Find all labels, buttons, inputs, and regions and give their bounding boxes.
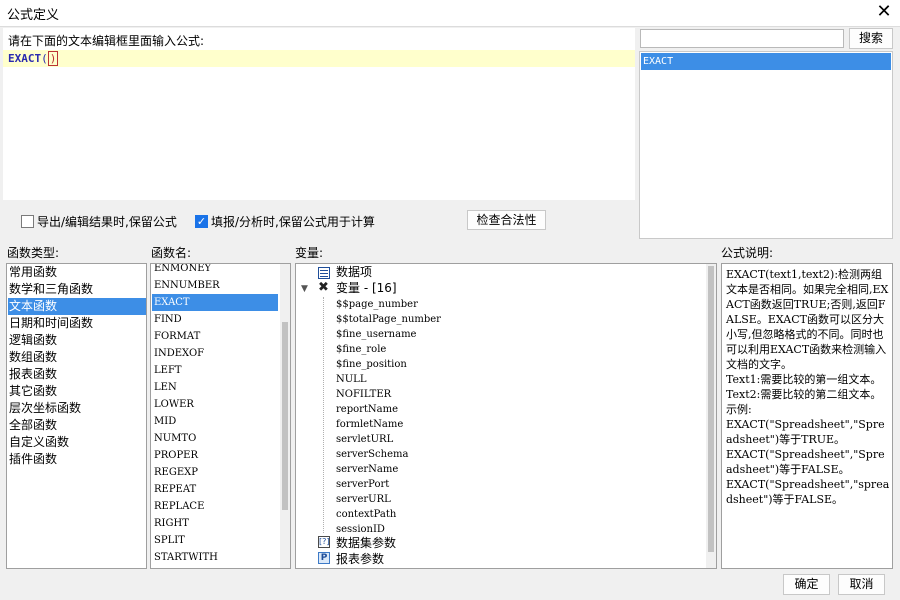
- formula-description-panel: EXACT(text1,text2):检测两组文本是否相同。如果完全相同,EXA…: [721, 263, 893, 569]
- search-button[interactable]: 搜索: [849, 28, 893, 49]
- variables-tree[interactable]: 数据项 ▼ ✖ 变量 - [16] $$page_number $$totalPa…: [295, 263, 717, 569]
- function-name-item[interactable]: ENNUMBER: [152, 277, 278, 294]
- variable-item[interactable]: NULL: [336, 372, 366, 387]
- report-params-icon: P: [318, 552, 330, 564]
- function-types-list[interactable]: 常用函数 数学和三角函数 文本函数 日期和时间函数 逻辑函数 数组函数 报表函数 其它函数 层次…: [6, 263, 147, 569]
- function-types-header: 函数类型:: [7, 246, 60, 260]
- function-type-item[interactable]: 全部函数: [8, 417, 146, 434]
- function-name-item[interactable]: REGEXP: [152, 464, 278, 481]
- check-validity-button[interactable]: 检查合法性: [467, 210, 546, 230]
- function-name-item[interactable]: ENMONEY: [152, 264, 278, 277]
- formula-open-paren: (: [41, 52, 48, 65]
- window-title: 公式定义: [7, 8, 60, 23]
- variable-item[interactable]: serverSchema: [336, 447, 408, 462]
- function-name-item[interactable]: LEFT: [152, 362, 278, 379]
- function-name-item[interactable]: FIND: [152, 311, 278, 328]
- function-type-item[interactable]: 逻辑函数: [8, 332, 146, 349]
- close-icon[interactable]: ✕: [874, 2, 894, 22]
- variable-item[interactable]: NOFILTER: [336, 387, 391, 402]
- variable-item[interactable]: $$totalPage_number: [336, 312, 441, 327]
- function-names-scroll-thumb[interactable]: [282, 322, 288, 510]
- fill-keep-formula-checkbox[interactable]: ✓: [195, 215, 208, 228]
- search-result-item[interactable]: EXACT: [641, 53, 891, 70]
- export-keep-formula-checkbox[interactable]: [21, 215, 34, 228]
- function-type-item[interactable]: 数组函数: [8, 349, 146, 366]
- function-names-scrollbar[interactable]: [280, 264, 290, 568]
- function-name-item[interactable]: SPLIT: [152, 532, 278, 549]
- variable-item[interactable]: $fine_position: [336, 357, 407, 372]
- formula-function-name: EXACT: [8, 52, 42, 65]
- variable-item[interactable]: serverURL: [336, 492, 391, 507]
- search-input[interactable]: [640, 29, 844, 48]
- fill-keep-formula-label: 填报/分析时,保留公式用于计算: [211, 215, 375, 229]
- title-separator: [0, 26, 900, 27]
- function-type-item[interactable]: 插件函数: [8, 451, 146, 468]
- function-type-item[interactable]: 文本函数: [8, 298, 146, 315]
- data-items-icon: [318, 267, 330, 279]
- variables-report-params[interactable]: 报表参数: [336, 552, 384, 567]
- formula-close-paren: ): [47, 51, 59, 66]
- function-type-item[interactable]: 其它函数: [8, 383, 146, 400]
- variable-item[interactable]: $fine_username: [336, 327, 416, 342]
- function-name-item[interactable]: MID: [152, 413, 278, 430]
- dataset-params-icon: [?]: [318, 536, 330, 548]
- variables-group-label[interactable]: 变量 - [16]: [336, 281, 397, 296]
- function-name-item[interactable]: REPEAT: [152, 481, 278, 498]
- variable-item[interactable]: $$page_number: [336, 297, 418, 312]
- variables-scroll-thumb[interactable]: [708, 266, 714, 552]
- function-type-item[interactable]: 日期和时间函数: [8, 315, 146, 332]
- function-name-item[interactable]: LOWER: [152, 396, 278, 413]
- function-type-item[interactable]: 报表函数: [8, 366, 146, 383]
- current-line-highlight: [3, 50, 635, 67]
- variable-item[interactable]: sessionID: [336, 522, 385, 537]
- function-name-item[interactable]: REPLACE: [152, 498, 278, 515]
- function-type-item[interactable]: 自定义函数: [8, 434, 146, 451]
- formula-description-text: EXACT(text1,text2):检测两组文本是否相同。如果完全相同,EXA…: [726, 268, 890, 506]
- function-names-list[interactable]: ENMONEY ENNUMBER EXACT FIND FORMAT INDEXOF LEF…: [150, 263, 291, 569]
- function-name-item[interactable]: LEN: [152, 379, 278, 396]
- tree-guide-line: [323, 297, 324, 533]
- function-name-item[interactable]: STARTWITH: [152, 549, 278, 566]
- function-type-item[interactable]: 数学和三角函数: [8, 281, 146, 298]
- variable-item[interactable]: serverPort: [336, 477, 389, 492]
- function-name-item[interactable]: RIGHT: [152, 515, 278, 532]
- ok-button[interactable]: 确定: [783, 574, 830, 595]
- function-name-item[interactable]: NUMTO: [152, 430, 278, 447]
- formula-text[interactable]: EXACT(): [8, 50, 59, 67]
- collapse-chevron-icon[interactable]: ▼: [301, 282, 308, 297]
- variable-item[interactable]: servletURL: [336, 432, 393, 447]
- variables-dataset-params[interactable]: 数据集参数: [336, 536, 396, 551]
- variables-data-items[interactable]: 数据项: [336, 265, 372, 280]
- variables-scrollbar[interactable]: [706, 264, 716, 568]
- variable-group-icon: ✖: [318, 280, 329, 295]
- variables-header: 变量:: [295, 246, 324, 260]
- cancel-button[interactable]: 取消: [838, 574, 885, 595]
- variable-item[interactable]: $fine_role: [336, 342, 386, 357]
- description-header: 公式说明:: [721, 246, 774, 260]
- variable-item[interactable]: serverName: [336, 462, 398, 477]
- function-name-item[interactable]: EXACT: [152, 294, 278, 311]
- function-type-item[interactable]: 层次坐标函数: [8, 400, 146, 417]
- function-name-item[interactable]: INDEXOF: [152, 345, 278, 362]
- function-name-item[interactable]: FORMAT: [152, 328, 278, 345]
- editor-hint: 请在下面的文本编辑框里面输入公式:: [8, 34, 205, 48]
- search-result-list[interactable]: EXACT: [639, 51, 893, 239]
- function-names-header: 函数名:: [151, 246, 192, 260]
- export-keep-formula-label: 导出/编辑结果时,保留公式: [37, 215, 177, 229]
- function-type-item[interactable]: 常用函数: [8, 264, 146, 281]
- variable-item[interactable]: formletName: [336, 417, 403, 432]
- variable-item[interactable]: reportName: [336, 402, 398, 417]
- function-name-item[interactable]: PROPER: [152, 447, 278, 464]
- title-bar: [0, 0, 900, 26]
- variable-item[interactable]: contextPath: [336, 507, 396, 522]
